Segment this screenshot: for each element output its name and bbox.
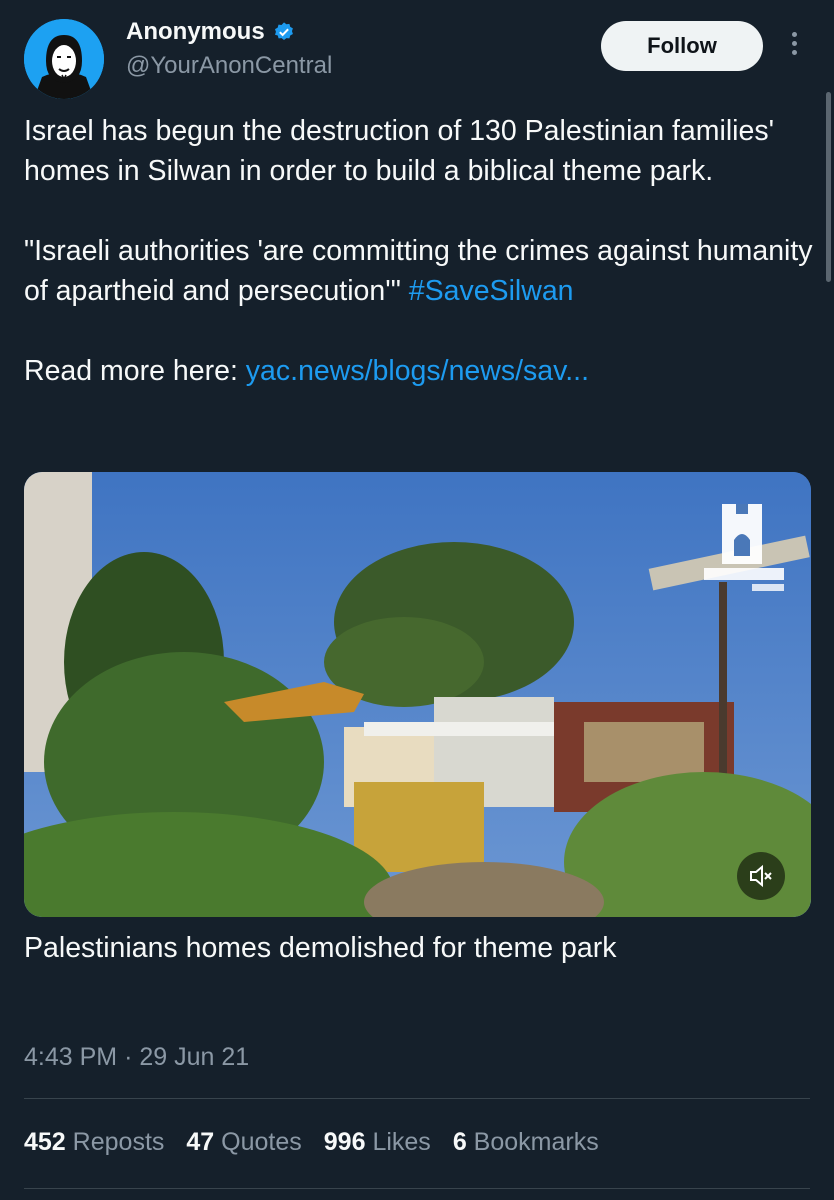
author-handle[interactable]: @YourAnonCentral [126,52,332,80]
read-more-label: Read more here: [24,355,238,387]
hashtag-link[interactable]: #SaveSilwan [409,275,574,307]
speaker-muted-icon [750,864,772,888]
tweet-date: 29 Jun 21 [139,1043,250,1071]
quotes-label: Quotes [221,1128,302,1156]
tweet-body: Israel has begun the destruction of 130 … [24,111,814,391]
mute-toggle-button[interactable] [737,852,785,900]
bookmarks-stat[interactable]: 6 Bookmarks [453,1128,599,1157]
divider [24,1188,810,1189]
tweet-header: Anonymous @YourAnonCentral Follow [0,0,834,100]
bookmarks-label: Bookmarks [473,1128,599,1156]
tweet-time: 4:43 PM [24,1043,118,1071]
likes-label: Likes [372,1128,431,1156]
media-caption: Palestinians homes demolished for theme … [24,932,617,964]
reposts-stat[interactable]: 452 Reposts [24,1128,164,1157]
al-quds-watermark-icon [704,504,784,591]
quotes-stat[interactable]: 47 Quotes [186,1128,301,1157]
video-player[interactable] [24,472,811,917]
tweet-paragraph: Israel has begun the destruction of 130 … [24,115,775,187]
more-vertical-icon[interactable] [786,32,802,60]
tweet-timestamp[interactable]: 4:43 PM · 29 Jun 21 [24,1043,249,1072]
reposts-count: 452 [24,1128,66,1156]
scrollbar[interactable] [826,92,831,282]
meta-separator: · [124,1043,133,1071]
engagement-stats: 452 Reposts 47 Quotes 996 Likes 6 Bookma… [24,1128,599,1157]
tweet-quote-paragraph: "Israeli authorities 'are committing the… [24,231,814,311]
article-link[interactable]: yac.news/blogs/news/sav... [246,355,589,387]
likes-count: 996 [323,1128,366,1156]
video-frame [24,472,811,917]
bookmarks-count: 6 [452,1128,467,1156]
author-display-name[interactable]: Anonymous [126,18,265,46]
divider [24,1098,810,1099]
read-more-paragraph: Read more here: yac.news/blogs/news/sav.… [24,351,814,391]
quotes-count: 47 [186,1128,215,1156]
follow-button[interactable]: Follow [601,21,763,71]
author-name-row: Anonymous [126,18,295,46]
verified-badge-icon [274,22,293,40]
anonymous-mask-icon [24,19,104,99]
reposts-label: Reposts [72,1128,165,1156]
likes-stat[interactable]: 996 Likes [324,1128,431,1157]
avatar[interactable] [24,19,104,99]
